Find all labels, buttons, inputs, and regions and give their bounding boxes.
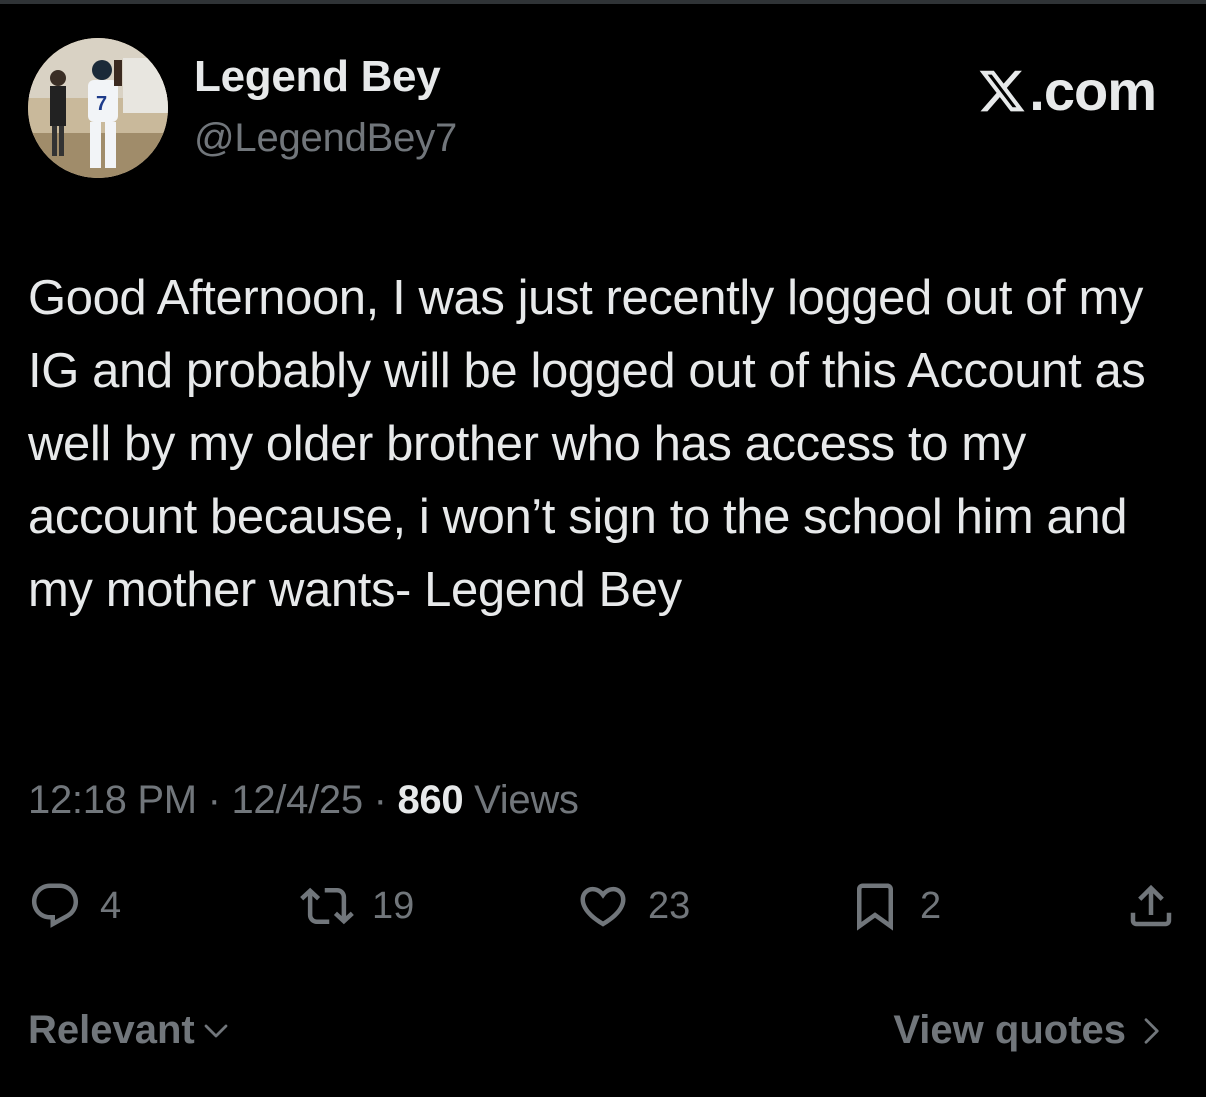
meta-separator: ·: [196, 778, 232, 822]
tweet-date[interactable]: 12/4/25: [231, 778, 363, 822]
meta-separator: ·: [362, 778, 398, 822]
repost-count: 19: [372, 884, 415, 927]
svg-text:7: 7: [96, 93, 107, 115]
top-divider: [0, 0, 1206, 4]
share-icon: [1130, 884, 1172, 927]
x-brand-logo: .com: [977, 58, 1157, 123]
chevron-down-icon: [201, 1016, 231, 1046]
avatar[interactable]: 7: [28, 38, 168, 178]
tweet-time[interactable]: 12:18 PM: [28, 778, 197, 822]
chevron-right-icon: [1136, 1014, 1166, 1048]
repost-button[interactable]: 19: [300, 878, 414, 934]
x-logo-icon: [979, 70, 1025, 111]
like-button[interactable]: 23: [576, 878, 690, 934]
bookmark-icon: [857, 883, 893, 931]
view-quotes-label: View quotes: [893, 1008, 1126, 1052]
tweet-text: Good Afternoon, I was just recently logg…: [28, 271, 1146, 617]
brand-domain-text: .com: [1029, 59, 1157, 122]
reply-icon: [31, 883, 79, 928]
bookmark-count: 2: [920, 884, 942, 927]
reply-button[interactable]: 4: [28, 878, 121, 934]
sort-dropdown[interactable]: Relevant: [28, 1008, 231, 1053]
tweet-meta: 12:18 PM · 12/4/25 · 860 Views: [28, 778, 579, 823]
display-name[interactable]: Legend Bey: [194, 52, 441, 102]
views-count: 860: [397, 778, 464, 822]
share-button[interactable]: [1124, 878, 1178, 934]
view-quotes-link[interactable]: View quotes: [893, 1008, 1166, 1053]
user-handle[interactable]: @LegendBey7: [194, 116, 457, 161]
reply-count: 4: [100, 884, 122, 927]
sort-label: Relevant: [28, 1008, 195, 1052]
bookmark-button[interactable]: 2: [848, 878, 941, 934]
profile-photo-icon: 7: [28, 38, 168, 178]
repost-icon: [300, 887, 354, 925]
like-count: 23: [648, 884, 691, 927]
heart-icon: [580, 886, 626, 927]
views-label: Views: [463, 778, 579, 822]
